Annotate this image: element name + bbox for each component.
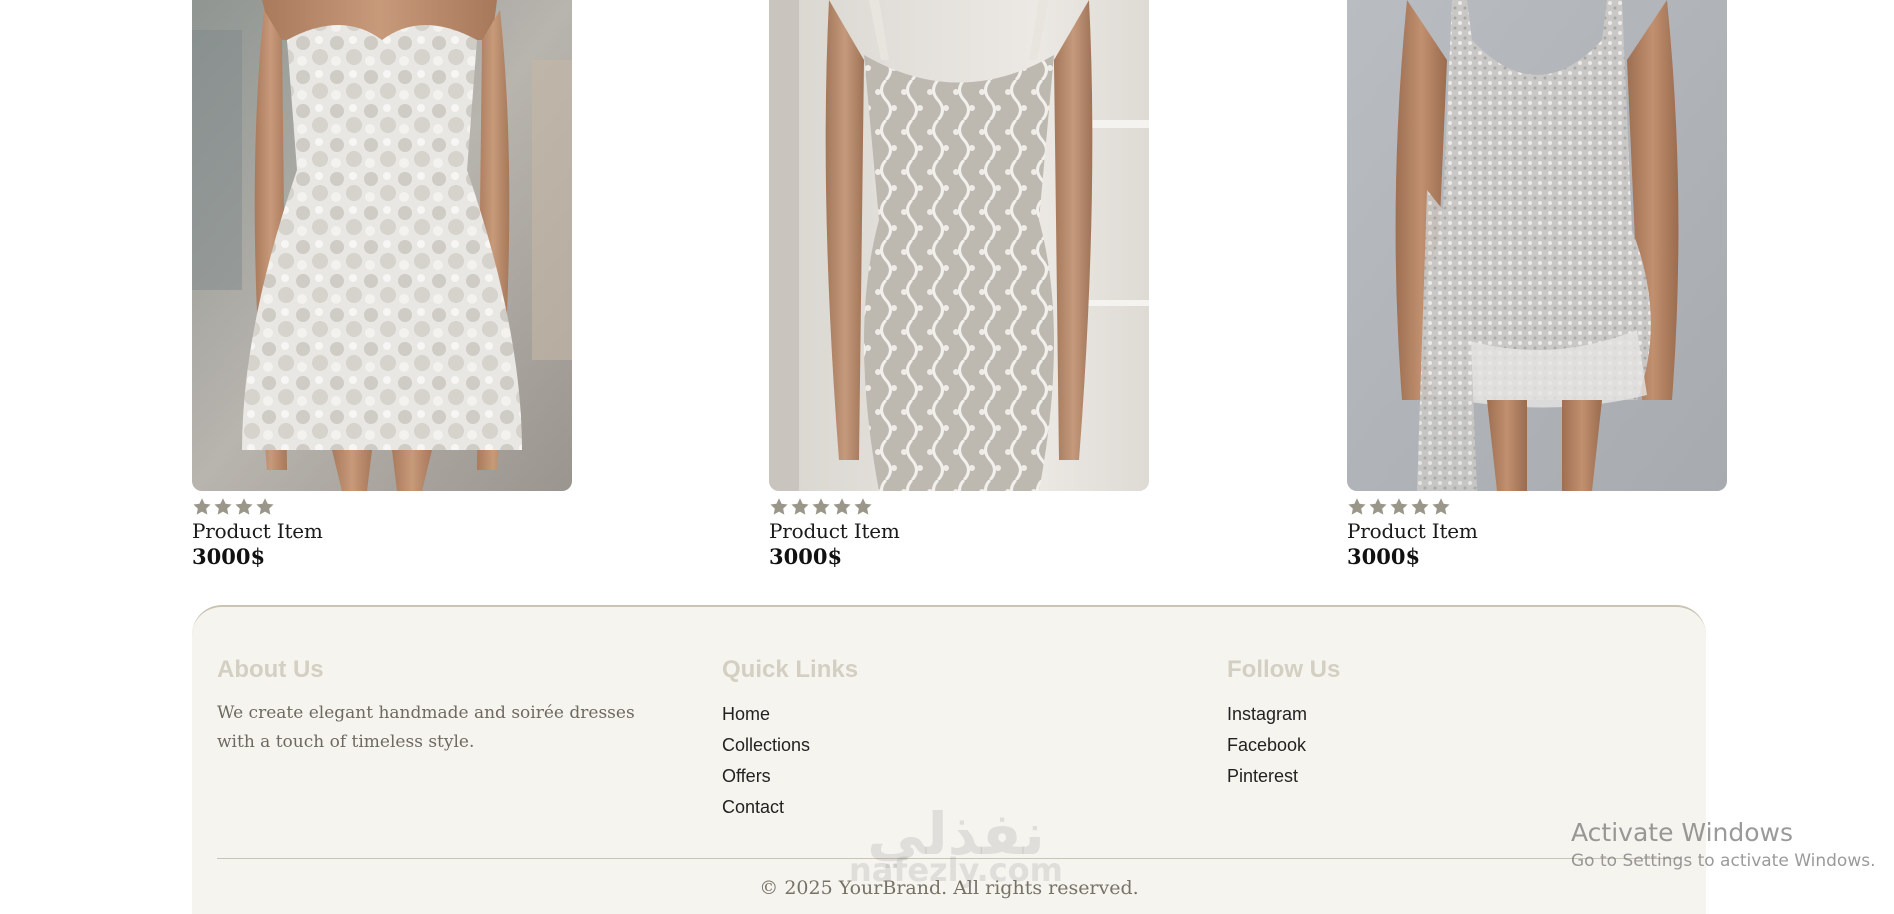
star-icon — [1410, 497, 1430, 517]
product-image-lace-mermaid-dress[interactable] — [769, 0, 1149, 491]
rating-stars — [1347, 497, 1727, 519]
page: Product Item 3000$ Product Item 3000$ Pr… — [0, 0, 1894, 914]
product-price: 3000$ — [769, 544, 843, 569]
star-icon — [255, 497, 275, 517]
rating-stars — [769, 497, 1149, 519]
star-icon — [790, 497, 810, 517]
product-card[interactable]: Product Item 3000$ — [769, 0, 1149, 571]
product-image-beaded-draped-dress[interactable] — [1347, 0, 1727, 491]
star-icon — [192, 497, 212, 517]
product-price: 3000$ — [192, 544, 266, 569]
rating-stars — [192, 497, 572, 519]
star-icon — [213, 497, 233, 517]
activate-windows-title: Activate Windows — [1571, 818, 1793, 847]
footer-about: About Us We create elegant handmade and … — [217, 655, 667, 757]
copyright-text: © 2025 YourBrand. All rights reserved. — [759, 877, 1139, 899]
footer-heading-follow: Follow Us — [1227, 656, 1341, 683]
footer-link-facebook[interactable]: Facebook — [1227, 730, 1340, 761]
star-icon — [1431, 497, 1451, 517]
star-icon — [1368, 497, 1388, 517]
star-icon — [853, 497, 873, 517]
activate-windows-subtitle: Go to Settings to activate Windows. — [1571, 851, 1876, 871]
product-price: 3000$ — [1347, 544, 1421, 569]
product-image-lace-strapless-dress[interactable] — [192, 0, 572, 491]
footer-link-instagram[interactable]: Instagram — [1227, 699, 1340, 730]
footer-heading-about: About Us — [217, 656, 324, 683]
quick-links-list: Home Collections Offers Contact — [722, 699, 858, 823]
star-icon — [811, 497, 831, 517]
star-icon — [769, 497, 789, 517]
footer-quick-links: Quick Links Home Collections Offers Cont… — [722, 655, 858, 823]
product-grid: Product Item 3000$ Product Item 3000$ Pr… — [0, 0, 1894, 580]
footer-link-offers[interactable]: Offers — [722, 761, 858, 792]
footer-link-collections[interactable]: Collections — [722, 730, 858, 761]
product-card[interactable]: Product Item 3000$ — [1347, 0, 1727, 571]
star-icon — [832, 497, 852, 517]
footer-divider — [217, 858, 1681, 859]
product-name[interactable]: Product Item — [1347, 519, 1727, 543]
footer-link-home[interactable]: Home — [722, 699, 858, 730]
site-footer: About Us We create elegant handmade and … — [192, 605, 1706, 914]
star-icon — [234, 497, 254, 517]
footer-heading-quick-links: Quick Links — [722, 656, 859, 683]
product-name[interactable]: Product Item — [769, 519, 1149, 543]
about-text: We create elegant handmade and soirée dr… — [217, 703, 635, 752]
product-name[interactable]: Product Item — [192, 519, 572, 543]
star-icon — [1389, 497, 1409, 517]
footer-link-contact[interactable]: Contact — [722, 792, 858, 823]
activate-windows-overlay: Activate Windows Go to Settings to activ… — [1571, 817, 1876, 873]
footer-link-pinterest[interactable]: Pinterest — [1227, 761, 1340, 792]
footer-follow: Follow Us Instagram Facebook Pinterest — [1227, 655, 1340, 792]
star-icon — [1347, 497, 1367, 517]
social-links-list: Instagram Facebook Pinterest — [1227, 699, 1340, 792]
product-card[interactable]: Product Item 3000$ — [192, 0, 572, 571]
